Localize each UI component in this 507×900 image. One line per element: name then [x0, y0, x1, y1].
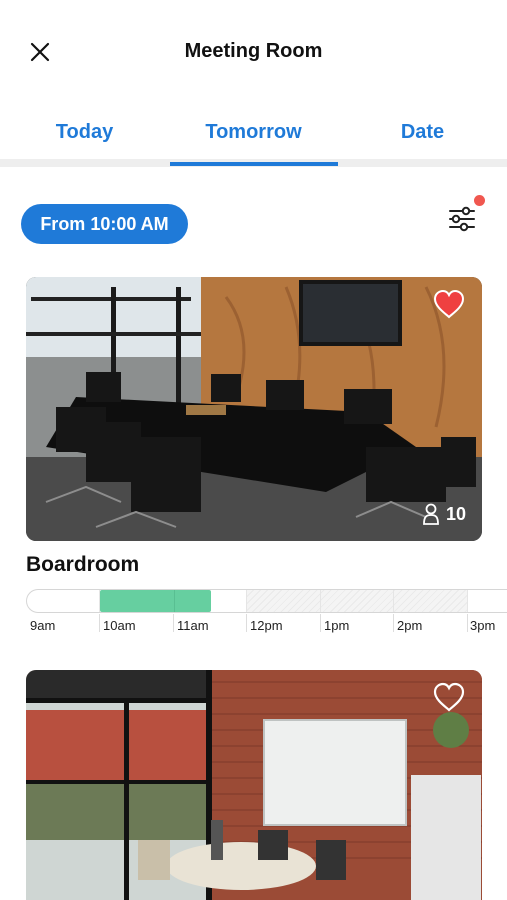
favorite-button[interactable] — [432, 289, 466, 319]
room-name[interactable]: Boardroom — [26, 553, 139, 577]
tab-selected-indicator — [170, 162, 338, 166]
availability-timeline[interactable] — [26, 589, 507, 613]
filter-notification-dot — [474, 195, 485, 206]
filter-row: From 10:00 AM — [0, 202, 507, 246]
tab-today[interactable]: Today — [0, 121, 169, 144]
capacity-badge: 10 — [422, 501, 466, 527]
timeline-label-9am: 9am — [30, 618, 56, 633]
timeline-slot-9am[interactable] — [27, 590, 100, 612]
timeline-label-3pm: 3pm — [470, 618, 496, 633]
timeline-tick — [467, 614, 468, 632]
timeline-tick — [99, 614, 100, 632]
tab-date[interactable]: Date — [338, 121, 507, 144]
meeting-room-photo — [26, 670, 482, 900]
person-icon — [423, 503, 439, 525]
timeline-tick — [246, 614, 247, 632]
timeline-label-12pm: 12pm — [250, 618, 283, 633]
room-photo-second[interactable] — [26, 670, 482, 900]
top-bar: Meeting Room — [0, 0, 507, 100]
timeline-slot-2pm[interactable] — [394, 590, 468, 612]
page-title: Meeting Room — [184, 40, 323, 62]
timeline-label-11am: 11am — [177, 618, 209, 633]
timeline-tick — [173, 614, 174, 632]
booked-range-divider — [174, 590, 175, 612]
capacity-count: 10 — [445, 503, 466, 524]
sliders-icon — [449, 206, 475, 232]
tab-tomorrow[interactable]: Tomorrow — [169, 121, 338, 144]
time-filter-button[interactable]: From 10:00 AM — [21, 204, 188, 244]
heart-filled-icon — [433, 289, 465, 319]
heart-outline-icon — [433, 682, 465, 712]
room-photo-boardroom[interactable]: 10 — [26, 277, 482, 541]
timeline-slot-1pm[interactable] — [321, 590, 394, 612]
timeline-labels: 9am 10am 11am 12pm 1pm 2pm 3pm — [26, 614, 507, 634]
day-tabs: Today Tomorrow Date — [0, 105, 507, 167]
booked-range[interactable] — [100, 590, 211, 612]
boardroom-photo — [26, 277, 482, 541]
filter-button[interactable] — [444, 202, 480, 238]
timeline-label-10am: 10am — [103, 618, 136, 633]
favorite-button[interactable] — [432, 682, 466, 712]
timeline-tick — [320, 614, 321, 632]
timeline-slot-12pm[interactable] — [247, 590, 321, 612]
timeline-tick — [393, 614, 394, 632]
timeline-label-1pm: 1pm — [324, 618, 350, 633]
timeline-label-2pm: 2pm — [397, 618, 423, 633]
